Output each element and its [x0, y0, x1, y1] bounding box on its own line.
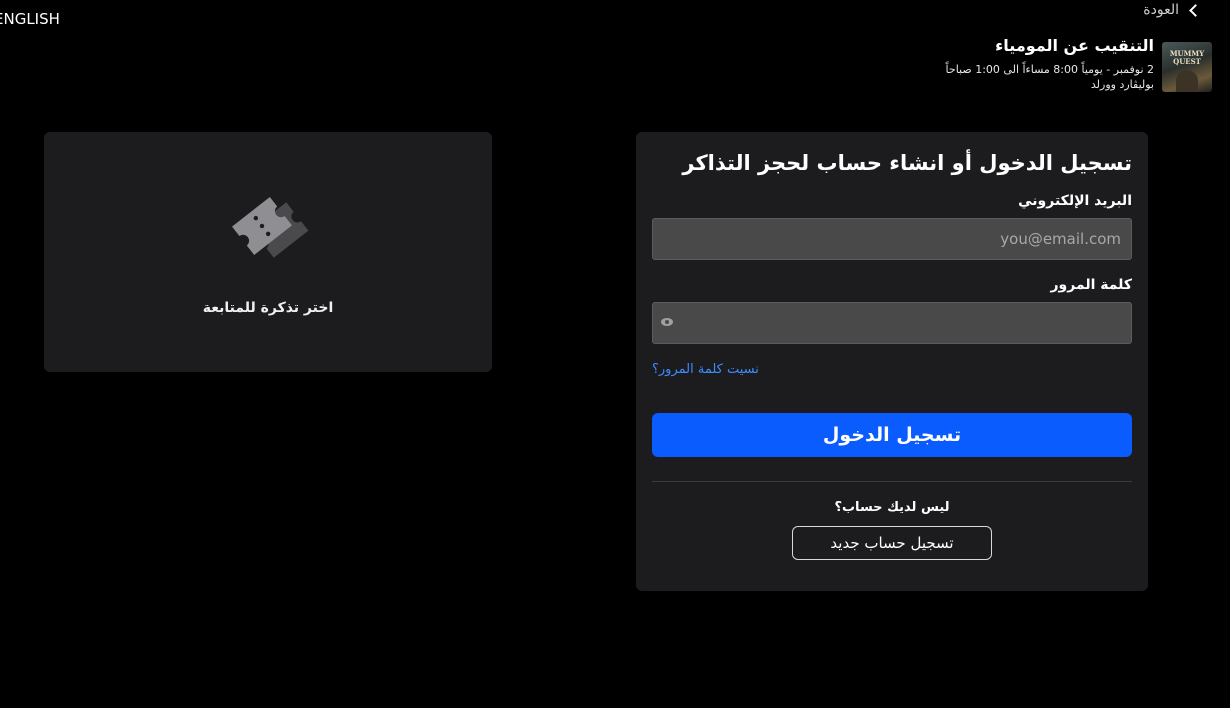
forgot-password-link[interactable]: نسيت كلمة المرور؟ [652, 362, 759, 377]
event-info: التنقيب عن المومياء 2 نوفمبر - يومياً 8:… [946, 36, 1154, 92]
event-schedule: 2 نوفمبر - يومياً 8:00 مساءاً الى 1:00 ص… [945, 63, 1154, 76]
back-link[interactable]: العودة [1143, 2, 1202, 18]
password-label: كلمة المرور [1050, 277, 1132, 293]
divider [652, 481, 1132, 482]
no-account-text: ليس لديك حساب؟ [834, 500, 950, 515]
ticket-panel: اختر تذكرة للمتابعة [44, 132, 492, 372]
eye-icon[interactable] [661, 318, 673, 326]
event-title: التنقيب عن المومياء [995, 36, 1154, 55]
email-label: البريد الإلكتروني [1018, 193, 1132, 209]
ticket-caption: اختر تذكرة للمتابعة [202, 300, 334, 316]
password-field[interactable] [652, 302, 1132, 344]
event-venue: بوليڤارد وورلد [1090, 78, 1154, 91]
password-wrapper [652, 302, 1132, 344]
event-thumbnail-logo: MUMMY QUEST [1169, 49, 1205, 66]
login-button[interactable]: تسجيل الدخول [652, 413, 1132, 457]
email-field[interactable] [652, 218, 1132, 260]
chevron-left-icon [1189, 3, 1202, 17]
event-thumbnail-figure [1176, 70, 1198, 92]
event-summary: MUMMY QUEST التنقيب عن المومياء 2 نوفمبر… [946, 36, 1212, 92]
login-panel: تسجيل الدخول أو انشاء حساب لحجز التذاكر … [636, 132, 1148, 591]
tickets-icon [232, 197, 309, 258]
login-heading: تسجيل الدخول أو انشاء حساب لحجز التذاكر [682, 151, 1132, 175]
event-thumbnail: MUMMY QUEST [1162, 42, 1212, 92]
back-label: العودة [1143, 2, 1179, 18]
signup-button[interactable]: تسجيل حساب جديد [792, 526, 992, 560]
language-toggle[interactable]: ENGLISH [0, 10, 60, 28]
